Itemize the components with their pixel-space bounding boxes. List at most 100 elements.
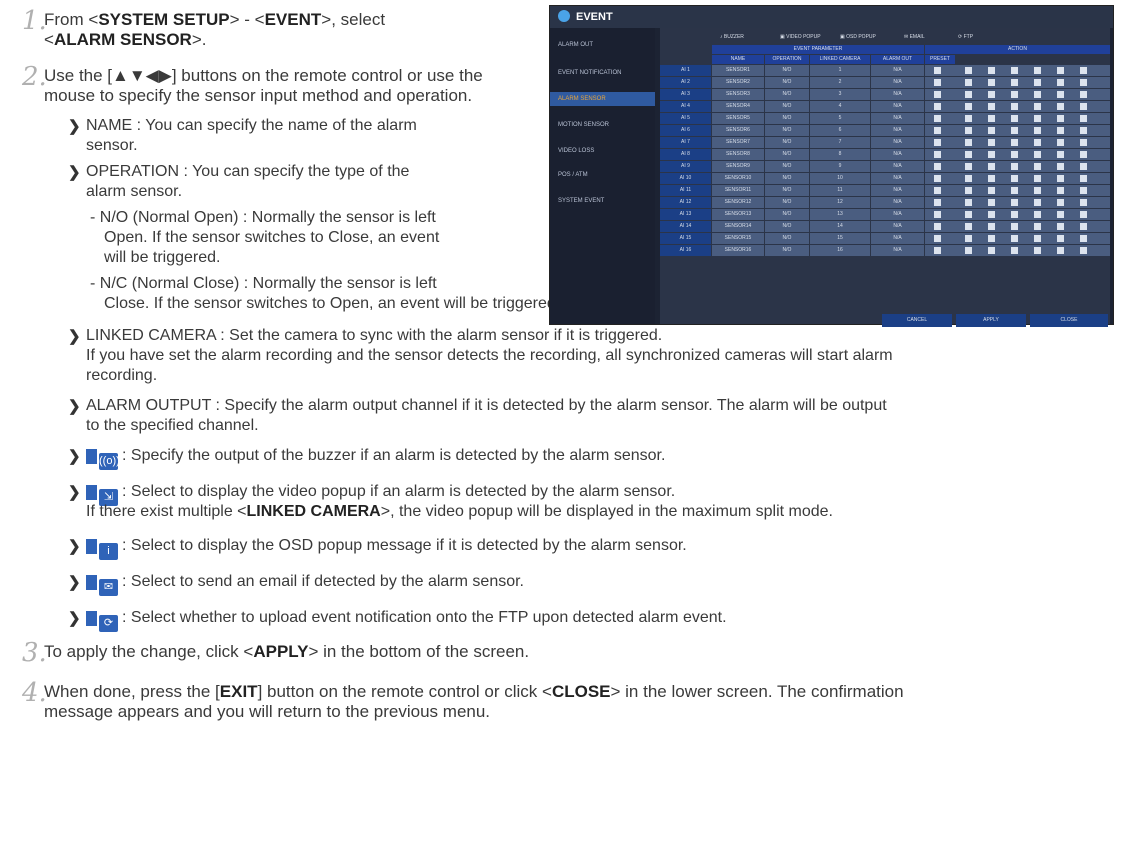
action-checkbox[interactable] [965,223,972,230]
linked-camera-select[interactable]: 9 [810,161,870,172]
action-checkbox[interactable] [1080,199,1087,206]
sensor-name-field[interactable]: SENSOR6 [712,125,764,136]
alarm-out-select[interactable]: N/A [871,185,924,196]
action-checkbox[interactable] [1080,103,1087,110]
action-checkbox[interactable] [965,103,972,110]
sidebar-item-system-event[interactable]: SYSTEM EVENT [558,198,648,204]
operation-select[interactable]: N/O [765,209,809,220]
action-checkbox[interactable] [934,91,941,98]
sidebar-item-motion-sensor[interactable]: MOTION SENSOR [558,122,648,128]
action-checkbox[interactable] [965,79,972,86]
action-checkbox[interactable] [934,67,941,74]
operation-select[interactable]: N/O [765,245,809,256]
action-checkbox[interactable] [988,163,995,170]
action-checkbox[interactable] [934,79,941,86]
action-checkbox[interactable] [1011,115,1018,122]
action-checkbox[interactable] [934,151,941,158]
alarm-out-select[interactable]: N/A [871,101,924,112]
action-checkbox[interactable] [1057,175,1064,182]
operation-select[interactable]: N/O [765,233,809,244]
linked-camera-select[interactable]: 7 [810,137,870,148]
action-checkbox[interactable] [1011,199,1018,206]
linked-camera-select[interactable]: 6 [810,125,870,136]
action-checkbox[interactable] [988,199,995,206]
alarm-out-select[interactable]: N/A [871,197,924,208]
action-checkbox[interactable] [988,223,995,230]
sensor-name-field[interactable]: SENSOR10 [712,173,764,184]
action-checkbox[interactable] [965,151,972,158]
sidebar-item-pos-atm[interactable]: POS / ATM [558,172,648,178]
action-checkbox[interactable] [1080,139,1087,146]
action-checkbox[interactable] [934,175,941,182]
linked-camera-select[interactable]: 4 [810,101,870,112]
operation-select[interactable]: N/O [765,149,809,160]
operation-select[interactable]: N/O [765,89,809,100]
action-checkbox[interactable] [1011,187,1018,194]
linked-camera-select[interactable]: 13 [810,209,870,220]
action-checkbox[interactable] [934,115,941,122]
action-checkbox[interactable] [1080,67,1087,74]
action-checkbox[interactable] [1080,151,1087,158]
alarm-out-select[interactable]: N/A [871,161,924,172]
action-checkbox[interactable] [1057,247,1064,254]
action-checkbox[interactable] [1080,127,1087,134]
action-checkbox[interactable] [1057,67,1064,74]
linked-camera-select[interactable]: 5 [810,113,870,124]
sidebar-item-event-notification[interactable]: EVENT NOTIFICATION [558,70,648,76]
action-checkbox[interactable] [1011,175,1018,182]
action-checkbox[interactable] [1034,235,1041,242]
operation-select[interactable]: N/O [765,101,809,112]
alarm-out-select[interactable]: N/A [871,89,924,100]
linked-camera-select[interactable]: 2 [810,77,870,88]
action-checkbox[interactable] [988,91,995,98]
operation-select[interactable]: N/O [765,185,809,196]
action-checkbox[interactable] [988,235,995,242]
linked-camera-select[interactable]: 3 [810,89,870,100]
sensor-name-field[interactable]: SENSOR11 [712,185,764,196]
action-checkbox[interactable] [1057,103,1064,110]
linked-camera-select[interactable]: 16 [810,245,870,256]
action-checkbox[interactable] [934,235,941,242]
action-checkbox[interactable] [965,211,972,218]
sensor-name-field[interactable]: SENSOR12 [712,197,764,208]
action-checkbox[interactable] [1011,211,1018,218]
action-checkbox[interactable] [1011,127,1018,134]
action-checkbox[interactable] [1034,175,1041,182]
action-checkbox[interactable] [1080,175,1087,182]
sensor-name-field[interactable]: SENSOR8 [712,149,764,160]
action-checkbox[interactable] [1011,223,1018,230]
action-checkbox[interactable] [988,175,995,182]
alarm-out-select[interactable]: N/A [871,209,924,220]
sensor-name-field[interactable]: SENSOR7 [712,137,764,148]
alarm-out-select[interactable]: N/A [871,149,924,160]
action-checkbox[interactable] [965,127,972,134]
alarm-out-select[interactable]: N/A [871,137,924,148]
alarm-out-select[interactable]: N/A [871,77,924,88]
action-checkbox[interactable] [934,163,941,170]
action-checkbox[interactable] [1057,211,1064,218]
action-checkbox[interactable] [1034,139,1041,146]
action-checkbox[interactable] [1057,139,1064,146]
action-checkbox[interactable] [1034,115,1041,122]
action-checkbox[interactable] [1011,103,1018,110]
sensor-name-field[interactable]: SENSOR14 [712,221,764,232]
action-checkbox[interactable] [965,175,972,182]
action-checkbox[interactable] [988,79,995,86]
sensor-name-field[interactable]: SENSOR16 [712,245,764,256]
action-checkbox[interactable] [1011,151,1018,158]
action-checkbox[interactable] [1057,127,1064,134]
action-checkbox[interactable] [965,199,972,206]
operation-select[interactable]: N/O [765,197,809,208]
action-checkbox[interactable] [988,187,995,194]
action-checkbox[interactable] [1034,151,1041,158]
operation-select[interactable]: N/O [765,77,809,88]
action-checkbox[interactable] [965,115,972,122]
operation-select[interactable]: N/O [765,161,809,172]
action-checkbox[interactable] [988,211,995,218]
action-checkbox[interactable] [1034,211,1041,218]
alarm-out-select[interactable]: N/A [871,173,924,184]
action-checkbox[interactable] [988,139,995,146]
linked-camera-select[interactable]: 10 [810,173,870,184]
sidebar-item-alarm-sensor[interactable]: ALARM SENSOR [550,92,655,106]
action-checkbox[interactable] [965,67,972,74]
